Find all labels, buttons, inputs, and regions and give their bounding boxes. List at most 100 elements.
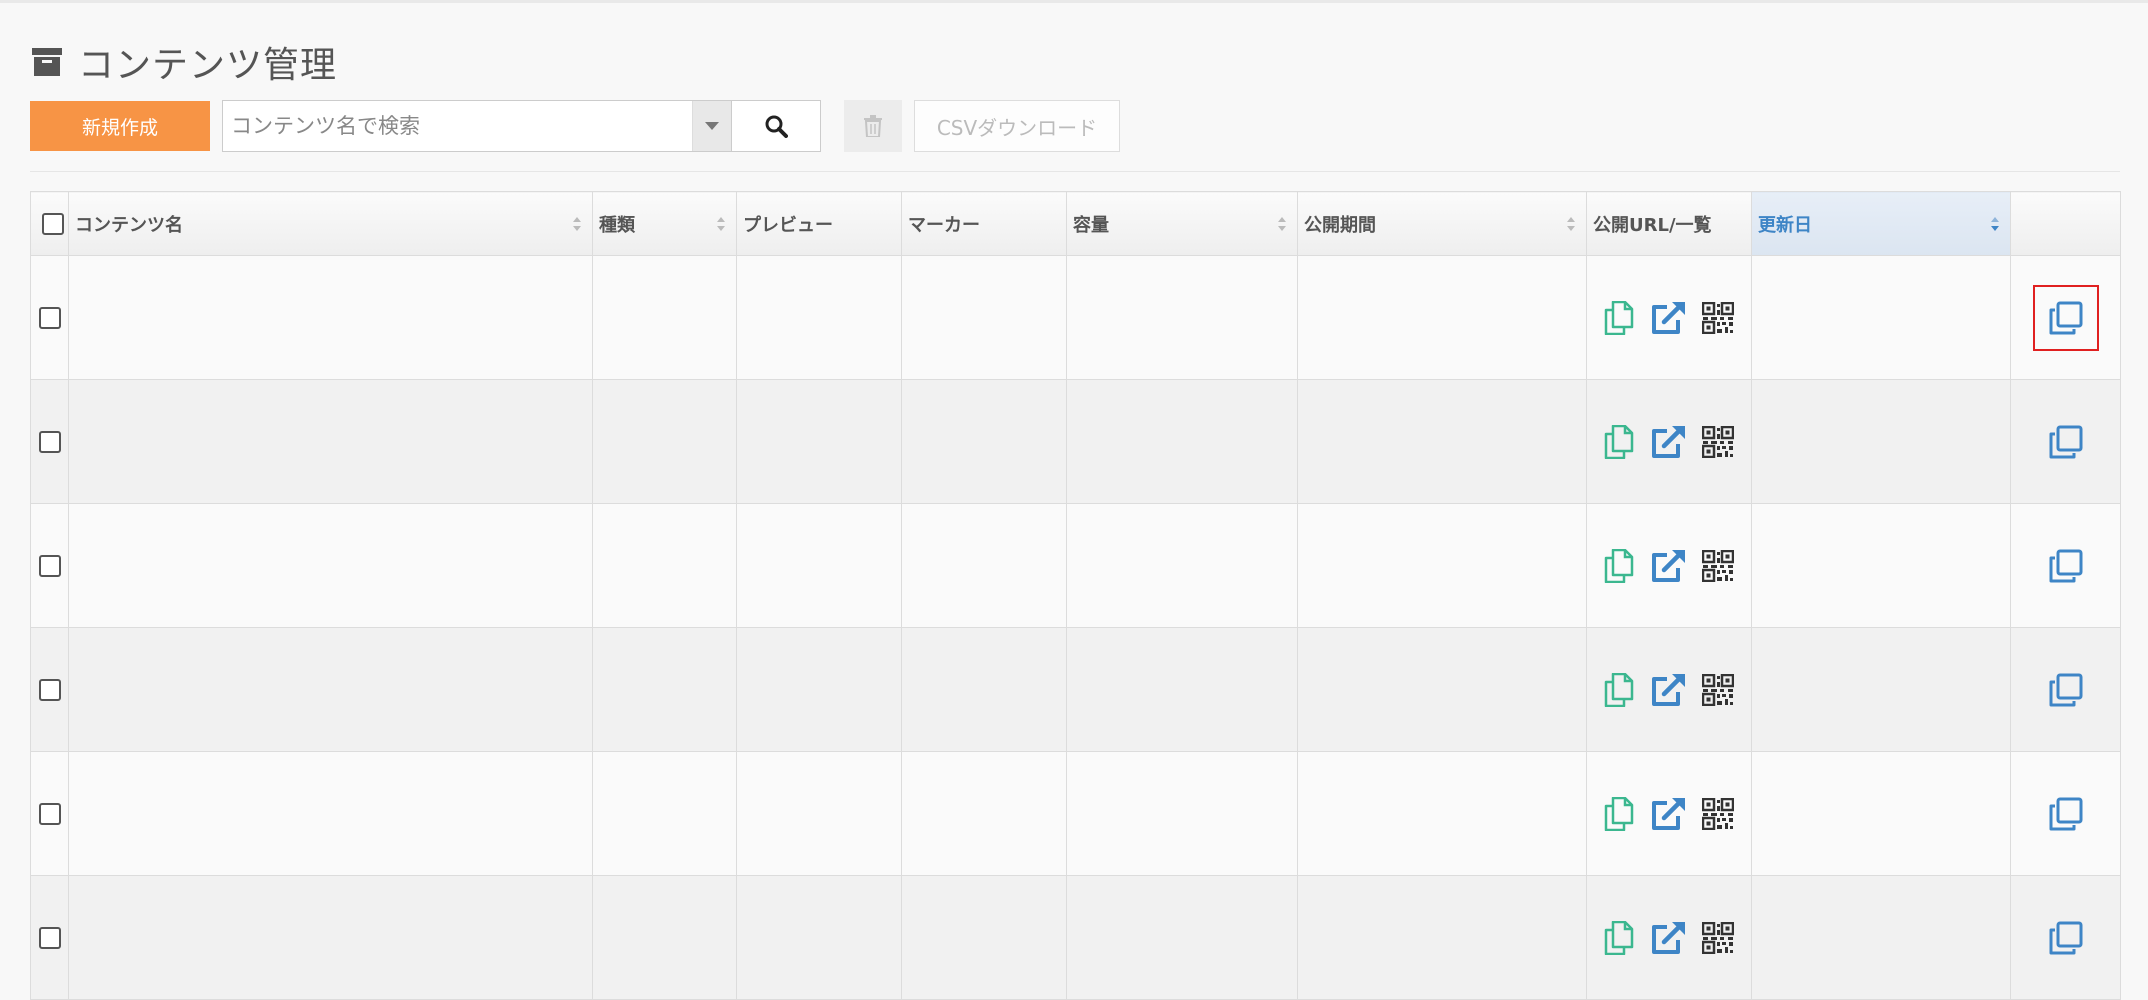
qr-code-icon[interactable] [1702,673,1734,706]
row-checkbox[interactable] [38,802,61,825]
external-link-icon[interactable] [1650,673,1686,707]
row-select-cell [30,751,69,876]
qr-code-icon[interactable] [1702,797,1734,830]
col-header-name[interactable]: コンテンツ名 [68,191,593,256]
cell-name [68,379,593,504]
cell-size [1066,255,1298,380]
duplicate-button[interactable] [2033,657,2099,723]
search-icon [765,115,788,138]
row-checkbox[interactable] [38,926,61,949]
col-header-size[interactable]: 容量 [1066,191,1298,256]
new-content-button[interactable]: 新規作成 [30,101,210,151]
duplicate-button[interactable] [2033,533,2099,599]
external-link-icon[interactable] [1650,921,1686,955]
select-all-checkbox[interactable] [41,212,64,235]
qr-code-icon[interactable] [1702,921,1734,954]
cell-type [592,875,737,1000]
cell-size [1066,503,1298,628]
cell-type [592,751,737,876]
cell-url [1586,255,1752,380]
cell-preview [736,627,902,752]
cell-marker [901,875,1067,1000]
search-input[interactable] [223,101,692,151]
cell-preview [736,503,902,628]
col-header-actions [2010,191,2121,256]
cell-period [1297,751,1587,876]
caret-down-icon [705,122,719,130]
duplicate-button[interactable] [2033,905,2099,971]
cell-name [68,627,593,752]
archive-icon [32,48,62,76]
cell-url [1586,875,1752,1000]
cell-size [1066,875,1298,1000]
cell-actions [2010,627,2121,752]
page-header: コンテンツ管理 [30,37,337,87]
cell-period [1297,255,1587,380]
cell-name [68,751,593,876]
row-checkbox[interactable] [38,554,61,577]
row-checkbox[interactable] [38,430,61,453]
cell-marker [901,627,1067,752]
cell-updated [1751,379,2011,504]
copy-url-icon[interactable] [1604,424,1634,459]
cell-url [1586,751,1752,876]
cell-preview [736,379,902,504]
cell-updated [1751,627,2011,752]
duplicate-button[interactable] [2033,781,2099,847]
external-link-icon[interactable] [1650,549,1686,583]
external-link-icon[interactable] [1650,797,1686,831]
col-header-period[interactable]: 公開期間 [1297,191,1587,256]
cell-updated [1751,255,2011,380]
qr-code-icon[interactable] [1702,425,1734,458]
copy-url-icon[interactable] [1604,548,1634,583]
cell-size [1066,379,1298,504]
csv-download-button[interactable]: CSVダウンロード [914,100,1120,152]
external-link-icon[interactable] [1650,301,1686,335]
sort-icon [1278,216,1286,231]
cell-actions [2010,875,2121,1000]
external-link-icon[interactable] [1650,425,1686,459]
col-header-url: 公開URL/一覧 [1586,191,1752,256]
cell-period [1297,627,1587,752]
duplicate-icon [2049,549,2082,582]
search-dropdown-toggle[interactable] [692,101,731,151]
cell-updated [1751,751,2011,876]
cell-preview [736,255,902,380]
col-header-updated[interactable]: 更新日 [1751,191,2011,256]
cell-updated [1751,875,2011,1000]
duplicate-icon [2049,673,2082,706]
copy-url-icon[interactable] [1604,672,1634,707]
cell-period [1297,379,1587,504]
content-table: コンテンツ名 種類 プレビュー マーカー 容量 公開期間 公開URL/一覧 更新… [30,191,2121,1000]
cell-marker [901,503,1067,628]
cell-actions [2010,379,2121,504]
cell-type [592,255,737,380]
duplicate-icon [2049,921,2082,954]
cell-url [1586,503,1752,628]
col-header-type[interactable]: 種類 [592,191,737,256]
search-box [222,100,821,152]
cell-name [68,255,593,380]
cell-actions [2010,751,2121,876]
row-select-cell [30,379,69,504]
row-checkbox[interactable] [38,678,61,701]
cell-type [592,379,737,504]
duplicate-button[interactable] [2033,409,2099,475]
copy-url-icon[interactable] [1604,920,1634,955]
copy-url-icon[interactable] [1604,796,1634,831]
table-row [30,255,2121,380]
row-checkbox[interactable] [38,306,61,329]
delete-button[interactable] [844,100,902,152]
cell-actions [2010,503,2121,628]
qr-code-icon[interactable] [1702,549,1734,582]
copy-url-icon[interactable] [1604,300,1634,335]
cell-size [1066,627,1298,752]
cell-preview [736,875,902,1000]
cell-size [1066,751,1298,876]
duplicate-icon [2049,797,2082,830]
search-button[interactable] [731,101,820,151]
cell-type [592,503,737,628]
qr-code-icon[interactable] [1702,301,1734,334]
trash-icon [864,115,882,137]
duplicate-button[interactable] [2032,284,2099,351]
